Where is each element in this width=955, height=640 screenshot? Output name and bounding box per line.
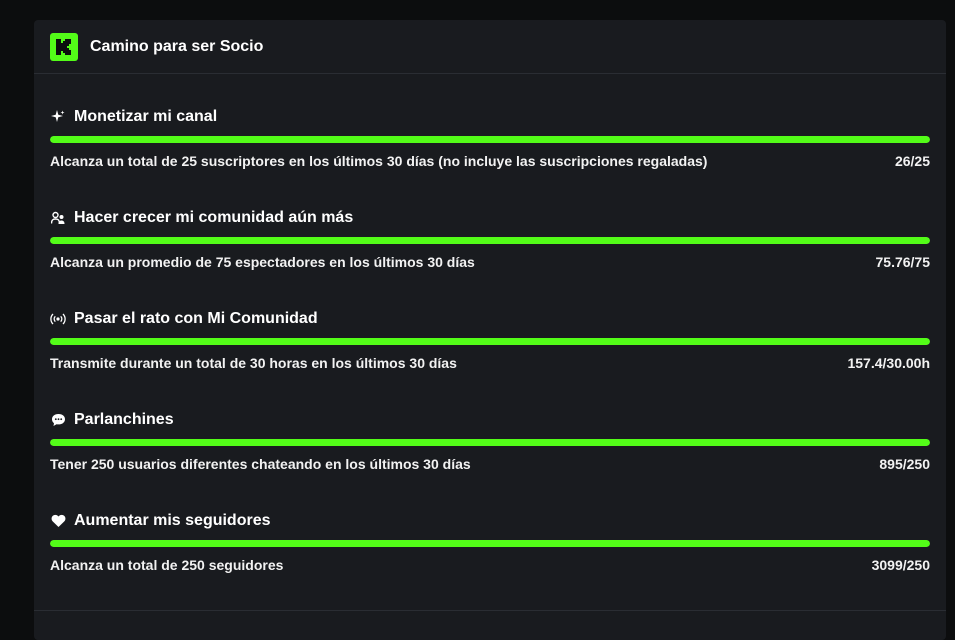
goal-item-followers: Aumentar mis seguidores Alcanza un total…: [50, 510, 930, 611]
goal-item-monetize: Monetizar mi canal Alcanza un total de 2…: [50, 106, 930, 207]
goal-title: Pasar el rato con Mi Comunidad: [74, 310, 318, 327]
goal-description: Alcanza un total de 250 seguidores: [50, 557, 284, 573]
goal-item-chatters: Parlanchines Tener 250 usuarios diferent…: [50, 409, 930, 510]
progress-bar-fill: [50, 338, 930, 345]
progress-bar-fill: [50, 540, 930, 547]
goal-item-grow-community: Hacer crecer mi comunidad aún más Alcanz…: [50, 207, 930, 308]
card-header: Camino para ser Socio: [34, 20, 946, 74]
goal-header: Monetizar mi canal: [50, 106, 217, 128]
goal-header: Pasar el rato con Mi Comunidad: [50, 308, 318, 330]
partner-path-card: Camino para ser Socio Monetizar mi canal…: [34, 20, 946, 640]
goal-value: 895/250: [879, 456, 930, 472]
progress-bar: [50, 540, 930, 547]
goal-title: Hacer crecer mi comunidad aún más: [74, 209, 354, 226]
progress-bar: [50, 237, 930, 244]
progress-bar: [50, 136, 930, 143]
progress-bar-fill: [50, 136, 930, 143]
goal-header: Parlanchines: [50, 409, 174, 431]
goal-item-hang-out: Pasar el rato con Mi Comunidad Transmite…: [50, 308, 930, 409]
goal-title: Aumentar mis seguidores: [74, 512, 271, 529]
progress-bar: [50, 338, 930, 345]
progress-bar-fill: [50, 237, 930, 244]
page-title: Camino para ser Socio: [90, 37, 264, 55]
goal-value: 3099/250: [871, 557, 930, 573]
broadcast-icon: [50, 311, 66, 327]
progress-bar: [50, 439, 930, 446]
goal-description: Alcanza un promedio de 75 espectadores e…: [50, 254, 475, 270]
users-icon: [50, 210, 66, 226]
goal-header: Aumentar mis seguidores: [50, 510, 271, 532]
goal-title: Parlanchines: [74, 411, 174, 428]
goal-description: Alcanza un total de 25 suscriptores en l…: [50, 153, 708, 169]
progress-bar-fill: [50, 439, 930, 446]
sparkle-icon: [50, 109, 66, 125]
goal-title: Monetizar mi canal: [74, 108, 218, 125]
goal-description: Transmite durante un total de 30 horas e…: [50, 355, 457, 371]
goal-description: Tener 250 usuarios diferentes chateando …: [50, 456, 471, 472]
divider: [34, 610, 946, 611]
kick-logo-icon: [50, 32, 78, 61]
goal-header: Hacer crecer mi comunidad aún más: [50, 207, 353, 229]
goal-value: 157.4/30.00h: [847, 355, 930, 371]
goal-value: 26/25: [894, 153, 930, 169]
chat-bubble-icon: [50, 412, 66, 428]
goal-value: 75.76/75: [875, 254, 931, 270]
heart-icon: [50, 513, 66, 529]
